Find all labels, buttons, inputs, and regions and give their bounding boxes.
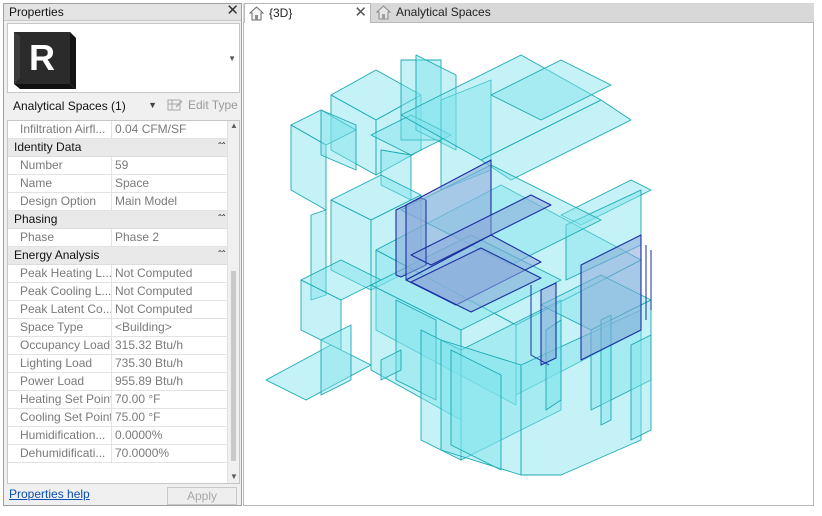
tab-analytical-spaces-label: Analytical Spaces — [396, 5, 491, 19]
property-value[interactable]: 0.0000% — [112, 427, 228, 444]
property-label: Number — [8, 157, 112, 174]
scroll-down-icon[interactable]: ▼ — [230, 472, 238, 481]
close-icon[interactable]: ✕ — [226, 3, 239, 19]
properties-footer: Properties help Apply — [4, 484, 241, 505]
property-label: Peak Latent Co... — [8, 301, 112, 318]
property-value[interactable]: Space — [112, 175, 228, 192]
close-icon[interactable]: ✕ — [354, 4, 367, 21]
collapse-icon[interactable]: ⌃⌃ — [217, 214, 228, 222]
property-group-label: Energy Analysis — [14, 248, 100, 262]
property-label: Lighting Load — [8, 355, 112, 372]
property-value[interactable]: 70.00 °F — [112, 391, 228, 408]
property-value[interactable]: Not Computed — [112, 283, 228, 300]
tab-analytical-spaces[interactable]: Analytical Spaces — [372, 3, 522, 23]
property-group-header[interactable]: Energy Analysis ⌃⌃ — [8, 247, 228, 265]
property-label: Occupancy Load — [8, 337, 112, 354]
property-value[interactable]: 315.32 Btu/h — [112, 337, 228, 354]
property-value[interactable]: Phase 2 — [112, 229, 228, 246]
3d-model-drawing[interactable] — [244, 23, 814, 506]
type-dropdown-arrow-icon[interactable]: ▼ — [228, 54, 236, 63]
properties-grid-rows: Infiltration Airfl... 0.04 CFM/SF Identity… — [8, 121, 228, 463]
instance-filter-label: Analytical Spaces (1) — [13, 99, 126, 113]
apply-button[interactable]: Apply — [167, 487, 237, 505]
property-label: Heating Set Point — [8, 391, 112, 408]
property-label: Design Option — [8, 193, 112, 210]
type-selector-preview[interactable]: R ▼ — [7, 23, 240, 93]
property-value[interactable]: Not Computed — [112, 265, 228, 282]
property-label: Dehumidificati... — [8, 445, 112, 462]
property-row[interactable]: Name Space — [8, 175, 228, 193]
property-value[interactable]: 735.30 Btu/h — [112, 355, 228, 372]
scroll-thumb[interactable] — [231, 271, 236, 461]
property-value[interactable]: 0.04 CFM/SF — [112, 121, 228, 138]
property-value[interactable]: 955.89 Btu/h — [112, 373, 228, 390]
edit-type-icon — [167, 99, 183, 111]
property-label: Peak Cooling L... — [8, 283, 112, 300]
collapse-icon[interactable]: ⌃⌃ — [217, 142, 228, 150]
revit-logo-icon: R — [14, 32, 76, 89]
property-row[interactable]: Occupancy Load 315.32 Btu/h — [8, 337, 228, 355]
property-row[interactable]: Peak Cooling L... Not Computed — [8, 283, 228, 301]
property-label: Name — [8, 175, 112, 192]
edit-type-button[interactable]: Edit Type — [165, 95, 241, 115]
property-row[interactable]: Infiltration Airfl... 0.04 CFM/SF — [8, 121, 228, 139]
properties-title-bar[interactable]: Properties ✕ — [4, 3, 241, 21]
property-label: Humidification... — [8, 427, 112, 444]
property-label: Phase — [8, 229, 112, 246]
property-group-label: Phasing — [14, 212, 58, 226]
collapse-icon[interactable]: ⌃⌃ — [217, 250, 228, 258]
property-group-label: Identity Data — [14, 140, 82, 154]
property-value[interactable]: <Building> — [112, 319, 228, 336]
property-row[interactable]: Cooling Set Point 75.00 °F — [8, 409, 228, 427]
property-row[interactable]: Peak Heating L... Not Computed — [8, 265, 228, 283]
property-group-header[interactable]: Identity Data ⌃⌃ — [8, 139, 228, 157]
edit-type-label: Edit Type — [188, 98, 238, 112]
tab-3d-label: {3D} — [269, 6, 293, 20]
property-value[interactable]: Main Model — [112, 193, 228, 210]
view-tab-bar: {3D} ✕ Analytical Spaces — [243, 3, 814, 23]
properties-help-link[interactable]: Properties help — [9, 487, 90, 501]
property-label: Cooling Set Point — [8, 409, 112, 426]
property-row[interactable]: Heating Set Point 70.00 °F — [8, 391, 228, 409]
property-value[interactable]: Not Computed — [112, 301, 228, 318]
property-row[interactable]: Power Load 955.89 Btu/h — [8, 373, 228, 391]
properties-grid: Infiltration Airfl... 0.04 CFM/SF Identity… — [7, 120, 240, 484]
property-row[interactable]: Design Option Main Model — [8, 193, 228, 211]
property-label: Peak Heating L... — [8, 265, 112, 282]
chevron-down-icon: ▼ — [148, 100, 157, 110]
3d-viewport[interactable] — [243, 23, 814, 506]
properties-title: Properties — [9, 5, 64, 19]
instance-filter-dropdown[interactable]: Analytical Spaces (1) ▼ — [7, 95, 161, 115]
property-row[interactable]: Phase Phase 2 — [8, 229, 228, 247]
property-value[interactable]: 75.00 °F — [112, 409, 228, 426]
property-label: Space Type — [8, 319, 112, 336]
property-label: Power Load — [8, 373, 112, 390]
property-row[interactable]: Humidification... 0.0000% — [8, 427, 228, 445]
home-icon — [376, 5, 391, 20]
property-row[interactable]: Space Type <Building> — [8, 319, 228, 337]
home-icon — [249, 6, 264, 21]
property-row[interactable]: Peak Latent Co... Not Computed — [8, 301, 228, 319]
properties-palette: Properties ✕ R ▼ Analytical Spaces (1) ▼… — [3, 3, 242, 506]
property-value[interactable]: 59 — [112, 157, 228, 174]
property-row[interactable]: Number 59 — [8, 157, 228, 175]
property-group-header[interactable]: Phasing ⌃⌃ — [8, 211, 228, 229]
revit-logo-letter: R — [29, 37, 55, 78]
property-row[interactable]: Dehumidificati... 70.0000% — [8, 445, 228, 463]
property-row[interactable]: Lighting Load 735.30 Btu/h — [8, 355, 228, 373]
scroll-up-icon[interactable]: ▲ — [230, 121, 238, 130]
tab-3d[interactable]: {3D} ✕ — [244, 3, 371, 23]
property-value[interactable]: 70.0000% — [112, 445, 228, 462]
selector-row: Analytical Spaces (1) ▼ Edit Type — [7, 95, 240, 117]
properties-scrollbar[interactable]: ▲ ▼ — [227, 121, 239, 483]
property-label: Infiltration Airfl... — [8, 121, 112, 138]
